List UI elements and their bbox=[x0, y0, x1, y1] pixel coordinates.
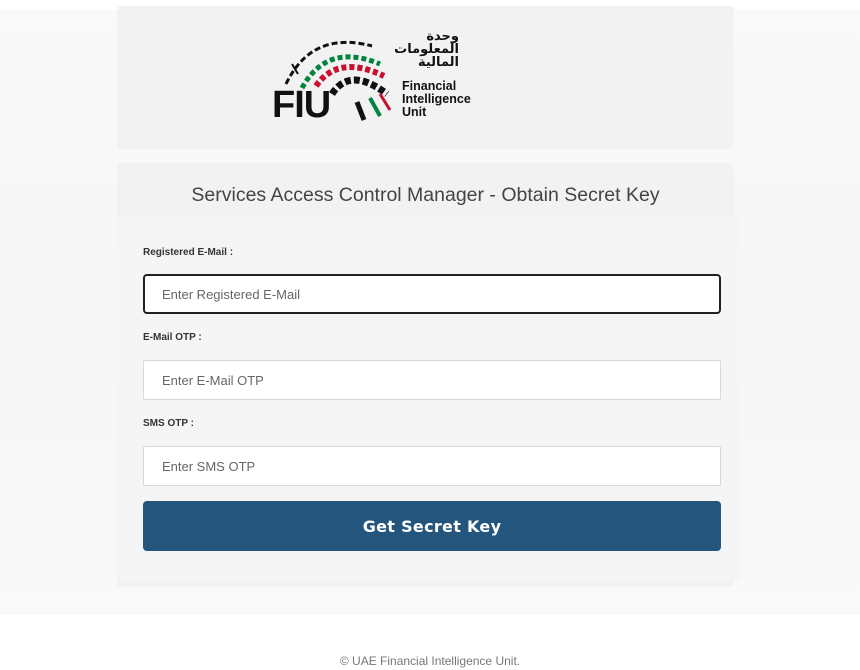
get-secret-key-button[interactable]: Get Secret Key bbox=[143, 501, 721, 551]
sms-otp-input[interactable] bbox=[143, 446, 721, 486]
form-body: Registered E-Mail : E-Mail OTP : SMS OTP… bbox=[117, 216, 741, 580]
fiu-logo: FIU وحدة المعلومات المالية Financial Int… bbox=[272, 24, 492, 129]
logo-english-text: Financial Intelligence Unit bbox=[402, 80, 471, 119]
logo-english-line: Unit bbox=[402, 105, 427, 119]
footer-copyright: © UAE Financial Intelligence Unit. bbox=[339, 654, 521, 668]
email-otp-label: E-Mail OTP : bbox=[143, 332, 202, 343]
registered-email-label: Registered E-Mail : bbox=[143, 247, 234, 258]
secret-key-form-card: Services Access Control Manager - Obtain… bbox=[117, 163, 741, 587]
logo-arabic-line: المالية bbox=[417, 55, 459, 70]
header-logo-panel: FIU وحدة المعلومات المالية Financial Int… bbox=[117, 6, 734, 149]
registered-email-input[interactable] bbox=[143, 274, 721, 314]
form-title: Services Access Control Manager - Obtain… bbox=[191, 184, 660, 206]
logo-abbrev: FIU bbox=[272, 84, 331, 126]
email-otp-input[interactable] bbox=[143, 360, 721, 400]
logo-arabic-text: وحدة المعلومات المالية bbox=[394, 30, 459, 70]
sms-otp-label: SMS OTP : bbox=[143, 418, 194, 429]
